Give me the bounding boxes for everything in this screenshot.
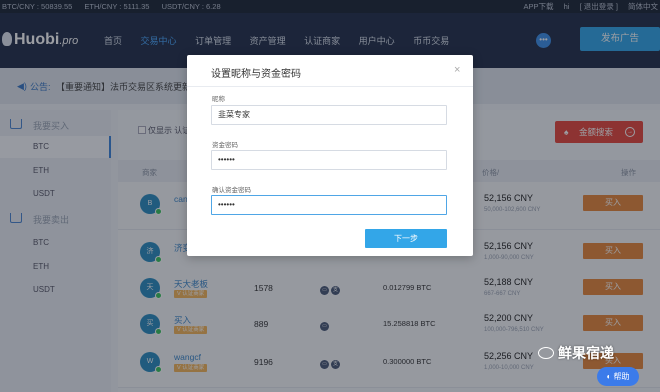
watermark-text: 鲜果宿递 (558, 345, 614, 361)
help-label: 帮助 (613, 372, 630, 381)
dialog-title: 设置昵称与资金密码 (211, 69, 301, 80)
confirm-password-input[interactable]: •••••• (211, 195, 447, 215)
help-button[interactable]: ◐ 帮助 (597, 367, 639, 386)
fund-password-input[interactable]: •••••• (211, 150, 447, 170)
dialog-divider (187, 86, 473, 87)
nickname-label: 昵称 (212, 96, 225, 103)
fund-password-label: 资金密码 (212, 142, 238, 149)
close-icon[interactable]: × (454, 64, 460, 76)
next-step-button[interactable]: 下一步 (365, 229, 447, 248)
set-nickname-password-dialog: 设置昵称与资金密码 × 昵称 韭菜专家 资金密码 •••••• 确认资金密码 •… (187, 55, 473, 256)
watermark: 鲜果宿递 (538, 343, 614, 363)
nickname-input[interactable]: 韭菜专家 (211, 105, 447, 125)
confirm-password-label: 确认资金密码 (212, 187, 251, 194)
wechat-icon (538, 347, 554, 359)
chat-icon: ◐ (606, 372, 614, 381)
